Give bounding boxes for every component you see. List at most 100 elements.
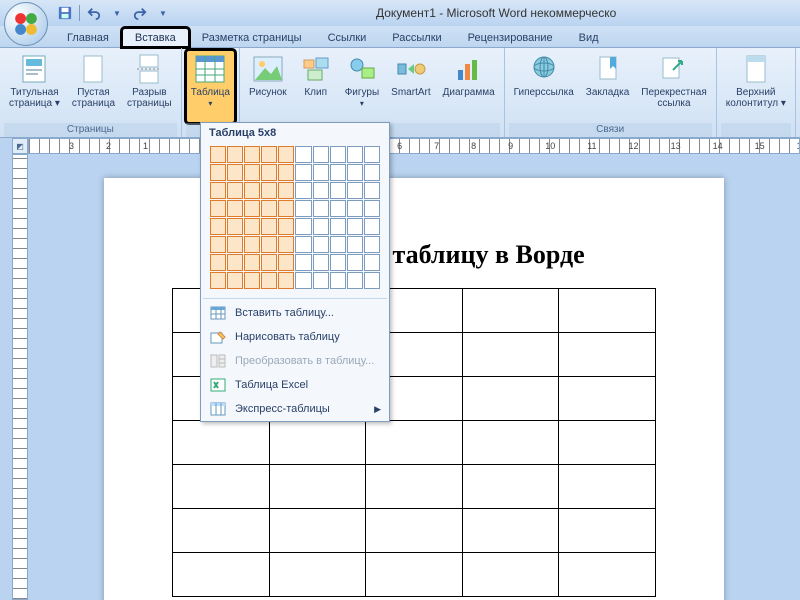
- grid-cell[interactable]: [244, 164, 260, 181]
- table-cell[interactable]: [559, 289, 656, 333]
- qat-undo-button[interactable]: [83, 3, 105, 23]
- grid-cell[interactable]: [347, 236, 363, 253]
- grid-cell[interactable]: [227, 272, 243, 289]
- grid-cell[interactable]: [244, 146, 260, 163]
- grid-cell[interactable]: [210, 272, 226, 289]
- page-area[interactable]: Как сделать таблицу в Ворде: [28, 154, 800, 600]
- grid-cell[interactable]: [244, 182, 260, 199]
- grid-cell[interactable]: [261, 146, 277, 163]
- grid-cell[interactable]: [330, 254, 346, 271]
- grid-cell[interactable]: [278, 146, 294, 163]
- grid-cell[interactable]: [330, 182, 346, 199]
- grid-cell[interactable]: [364, 236, 380, 253]
- grid-cell[interactable]: [330, 236, 346, 253]
- grid-cell[interactable]: [244, 200, 260, 217]
- table-cell[interactable]: [366, 509, 463, 553]
- horizontal-ruler[interactable]: 3211234567891011121314151617: [28, 138, 800, 154]
- grid-cell[interactable]: [244, 254, 260, 271]
- grid-cell[interactable]: [313, 200, 329, 217]
- insert-table-item[interactable]: Вставить таблицу...: [201, 301, 389, 325]
- grid-cell[interactable]: [295, 254, 311, 271]
- table-button[interactable]: Таблица▾: [186, 50, 235, 123]
- grid-cell[interactable]: [227, 236, 243, 253]
- table-cell[interactable]: [173, 509, 270, 553]
- grid-cell[interactable]: [364, 182, 380, 199]
- hyperlink-button[interactable]: Гиперссылка: [509, 50, 579, 123]
- cover-page-button[interactable]: Титульнаястраница ▾: [4, 50, 65, 123]
- table-cell[interactable]: [559, 377, 656, 421]
- office-button[interactable]: [4, 2, 48, 46]
- grid-cell[interactable]: [244, 218, 260, 235]
- grid-cell[interactable]: [227, 182, 243, 199]
- tab-insert[interactable]: Вставка: [122, 28, 189, 47]
- document-page[interactable]: Как сделать таблицу в Ворде: [104, 178, 724, 600]
- grid-cell[interactable]: [227, 218, 243, 235]
- grid-cell[interactable]: [313, 146, 329, 163]
- grid-cell[interactable]: [261, 218, 277, 235]
- grid-cell[interactable]: [364, 272, 380, 289]
- table-cell[interactable]: [462, 465, 559, 509]
- table-cell[interactable]: [559, 421, 656, 465]
- grid-cell[interactable]: [313, 164, 329, 181]
- ruler-corner[interactable]: ◩: [12, 138, 28, 154]
- grid-cell[interactable]: [313, 236, 329, 253]
- grid-cell[interactable]: [210, 182, 226, 199]
- grid-cell[interactable]: [278, 236, 294, 253]
- grid-cell[interactable]: [295, 164, 311, 181]
- grid-cell[interactable]: [210, 146, 226, 163]
- grid-cell[interactable]: [364, 200, 380, 217]
- grid-cell[interactable]: [210, 236, 226, 253]
- table-cell[interactable]: [173, 553, 270, 597]
- table-cell[interactable]: [269, 421, 366, 465]
- bookmark-button[interactable]: Закладка: [581, 50, 634, 123]
- grid-cell[interactable]: [210, 200, 226, 217]
- grid-cell[interactable]: [278, 182, 294, 199]
- quick-tables-item[interactable]: Экспресс-таблицы ▶: [201, 397, 389, 421]
- grid-cell[interactable]: [278, 218, 294, 235]
- grid-cell[interactable]: [313, 272, 329, 289]
- table-cell[interactable]: [462, 509, 559, 553]
- grid-cell[interactable]: [330, 146, 346, 163]
- grid-cell[interactable]: [313, 218, 329, 235]
- grid-cell[interactable]: [278, 254, 294, 271]
- grid-cell[interactable]: [261, 236, 277, 253]
- page-break-button[interactable]: Разрывстраницы: [122, 50, 177, 123]
- grid-cell[interactable]: [364, 146, 380, 163]
- grid-cell[interactable]: [295, 146, 311, 163]
- shapes-button[interactable]: Фигуры▾: [340, 50, 384, 123]
- blank-page-button[interactable]: Пустаястраница: [67, 50, 120, 123]
- grid-cell[interactable]: [261, 182, 277, 199]
- grid-cell[interactable]: [295, 182, 311, 199]
- grid-cell[interactable]: [244, 272, 260, 289]
- grid-cell[interactable]: [261, 254, 277, 271]
- qat-save-button[interactable]: [54, 3, 76, 23]
- grid-cell[interactable]: [295, 272, 311, 289]
- grid-cell[interactable]: [330, 218, 346, 235]
- grid-cell[interactable]: [330, 272, 346, 289]
- grid-cell[interactable]: [210, 254, 226, 271]
- grid-cell[interactable]: [278, 272, 294, 289]
- table-cell[interactable]: [559, 509, 656, 553]
- grid-cell[interactable]: [227, 164, 243, 181]
- grid-cell[interactable]: [227, 146, 243, 163]
- grid-cell[interactable]: [244, 236, 260, 253]
- picture-button[interactable]: Рисунок: [244, 50, 292, 123]
- table-cell[interactable]: [462, 333, 559, 377]
- table-cell[interactable]: [559, 553, 656, 597]
- grid-cell[interactable]: [364, 164, 380, 181]
- qat-undo-more[interactable]: ▼: [106, 3, 128, 23]
- excel-table-item[interactable]: Таблица Excel: [201, 373, 389, 397]
- grid-cell[interactable]: [347, 200, 363, 217]
- grid-cell[interactable]: [278, 200, 294, 217]
- table-cell[interactable]: [269, 553, 366, 597]
- tab-mailings[interactable]: Рассылки: [379, 28, 454, 47]
- table-cell[interactable]: [269, 465, 366, 509]
- grid-cell[interactable]: [295, 200, 311, 217]
- tab-view[interactable]: Вид: [566, 28, 612, 47]
- grid-cell[interactable]: [347, 254, 363, 271]
- draw-table-item[interactable]: Нарисовать таблицу: [201, 325, 389, 349]
- header-button[interactable]: Верхнийколонтитул ▾: [721, 50, 791, 123]
- qat-customize-button[interactable]: ▼: [152, 3, 174, 23]
- grid-cell[interactable]: [261, 164, 277, 181]
- table-cell[interactable]: [173, 465, 270, 509]
